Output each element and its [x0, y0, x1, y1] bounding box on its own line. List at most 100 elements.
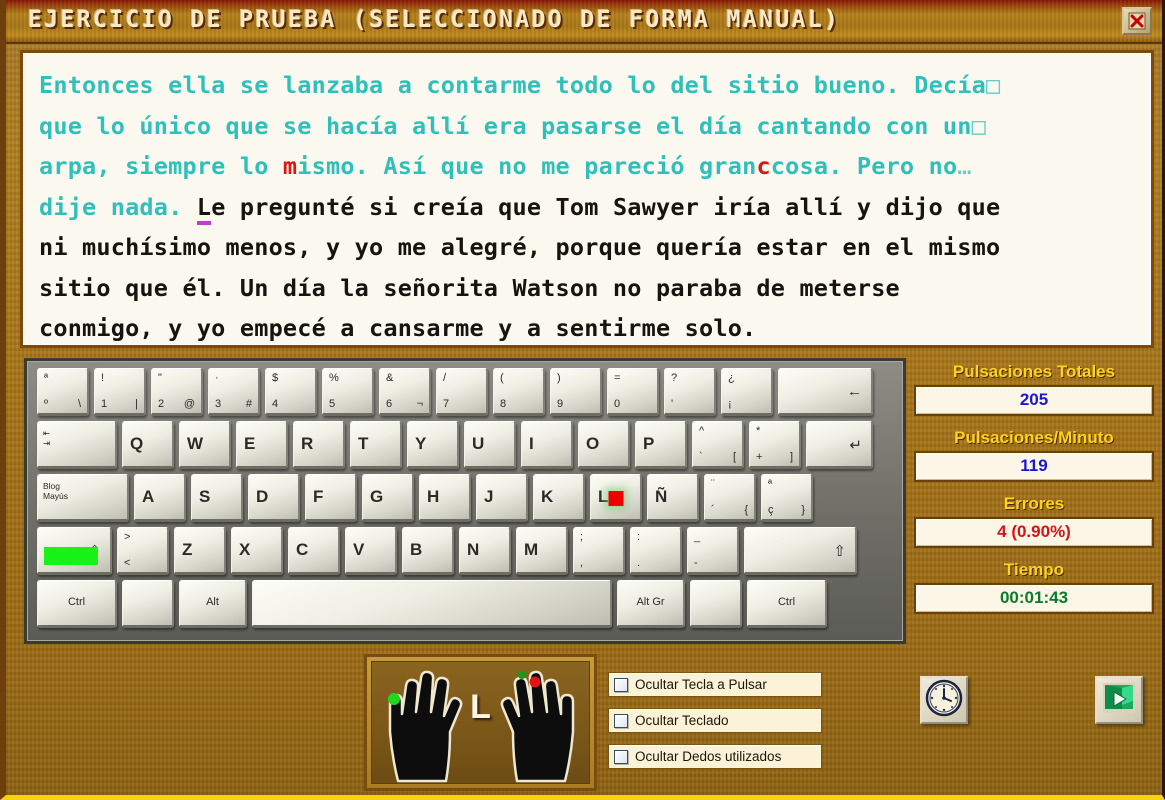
key-0[interactable]: = 0 — [607, 368, 659, 416]
stat-errors: Errores 4 (0.90%) — [914, 494, 1154, 548]
key-k[interactable]: K — [533, 474, 585, 522]
key-3[interactable]: · 3 # — [208, 368, 260, 416]
key-g[interactable]: G — [362, 474, 414, 522]
option-hide-key-to-press[interactable]: Ocultar Tecla a Pulsar — [608, 672, 822, 697]
checkbox-hide-keyboard[interactable] — [614, 713, 628, 728]
key-less-than[interactable]: > < — [117, 527, 169, 575]
key-win-right[interactable] — [690, 580, 742, 628]
key-e[interactable]: E — [236, 421, 288, 469]
key-legend: · — [215, 372, 219, 384]
key-w[interactable]: W — [179, 421, 231, 469]
key-p[interactable]: P — [635, 421, 687, 469]
key-2[interactable]: " 2 @ — [151, 368, 203, 416]
key-apostrophe[interactable]: ? ' — [664, 368, 716, 416]
key-legend: : — [637, 531, 641, 543]
key-legend: ' — [671, 398, 674, 410]
key-legend: N — [467, 540, 480, 559]
statistics-panel: Pulsaciones Totales 205 Pulsaciones/Minuto… — [914, 362, 1154, 626]
key-enye[interactable]: Ñ — [647, 474, 699, 522]
key-h[interactable]: H — [419, 474, 471, 522]
key-j[interactable]: J — [476, 474, 528, 522]
key-1[interactable]: ! 1 | — [94, 368, 146, 416]
key-shift-left[interactable]: ⇧ — [37, 527, 112, 575]
key-r[interactable]: R — [293, 421, 345, 469]
key-caps-lock[interactable]: Blog Mayús — [37, 474, 129, 522]
key-acute-accent[interactable]: ¨ ´ { — [704, 474, 756, 522]
key-i[interactable]: I — [521, 421, 573, 469]
checkbox-hide-key-to-press[interactable] — [614, 677, 628, 692]
clock-button[interactable] — [920, 676, 968, 724]
key-l[interactable]: L — [590, 474, 642, 522]
key-plus[interactable]: * +] — [749, 421, 801, 469]
key-minus[interactable]: _ - — [687, 527, 739, 575]
key-legend: ª — [44, 372, 49, 384]
key-v[interactable]: V — [345, 527, 397, 575]
hands-guide-panel: L — [364, 654, 597, 791]
key-alt-gr[interactable]: Alt Gr — [617, 580, 685, 628]
key-legend: A — [142, 487, 155, 506]
key-4[interactable]: $4 — [265, 368, 317, 416]
key-legend: Alt — [206, 596, 219, 608]
key-n[interactable]: N — [459, 527, 511, 575]
key-period[interactable]: :. — [630, 527, 682, 575]
key-q[interactable]: Q — [122, 421, 174, 469]
key-legend: V — [353, 540, 365, 559]
option-hide-fingers-used[interactable]: Ocultar Dedos utilizados — [608, 744, 822, 769]
close-button[interactable] — [1122, 7, 1152, 35]
key-backspace[interactable]: ← — [778, 368, 873, 416]
checkbox-hide-fingers-used[interactable] — [614, 749, 628, 764]
exit-button[interactable] — [1095, 676, 1143, 724]
key-legend: O — [586, 434, 600, 453]
key-legend: ¿ — [728, 372, 735, 384]
key-legend: ^ — [699, 425, 705, 437]
key-tab[interactable]: ⇤ ⇥ — [37, 421, 117, 469]
key-legend: E — [244, 434, 256, 453]
key-space[interactable] — [252, 580, 612, 628]
text-segment-typed: cosa. Pero no — [770, 152, 958, 180]
key-u[interactable]: U — [464, 421, 516, 469]
text-segment-pending: e pregunté si creía que Tom Sawyer iría … — [211, 192, 1001, 221]
key-ctrl-right[interactable]: Ctrl — [747, 580, 827, 628]
right-middle-marker — [518, 671, 526, 679]
key-m[interactable]: M — [516, 527, 568, 575]
key-9[interactable]: ) 9 — [550, 368, 602, 416]
key-b[interactable]: B — [402, 527, 454, 575]
key-s[interactable]: S — [191, 474, 243, 522]
key-ctrl-left[interactable]: Ctrl — [37, 580, 117, 628]
key-8[interactable]: (8 — [493, 368, 545, 416]
key-x[interactable]: X — [231, 527, 283, 575]
key-o[interactable]: O — [578, 421, 630, 469]
key-7[interactable]: /7 — [436, 368, 488, 416]
key-t[interactable]: T — [350, 421, 402, 469]
window-title: EJERCICIO DE PRUEBA (SELECCIONADO DE FOR… — [28, 7, 841, 33]
key-enter[interactable]: ↵ — [806, 421, 873, 469]
key-inverted-question[interactable]: ¿ ¡ — [721, 368, 773, 416]
key-a[interactable]: A — [134, 474, 186, 522]
virtual-keyboard[interactable]: ª º \! 1 | " 2 @ · 3 # $4% 5 & 6 ¬/7(8) 9 = 0? ' ¿ ¡ ← ⇤ ⇥ Q W E R T… — [24, 358, 906, 644]
option-hide-keyboard[interactable]: Ocultar Teclado — [608, 708, 822, 733]
key-6[interactable]: & 6 ¬ — [379, 368, 431, 416]
key-legend: ; — [580, 531, 584, 543]
key-legend: ⇧ — [833, 543, 846, 560]
key-legend: W — [187, 434, 204, 453]
key-win-left[interactable] — [122, 580, 174, 628]
key-y[interactable]: Y — [407, 421, 459, 469]
key-masculine-ordinal[interactable]: ª º \ — [37, 368, 89, 416]
key-legend: ´ — [711, 504, 715, 516]
key-c-cedilla[interactable]: ª ç} — [761, 474, 813, 522]
key-grave-accent[interactable]: ^ ` [ — [692, 421, 744, 469]
text-segment-pending: ni muchísimo menos, y yo me alegré, porq… — [39, 233, 1001, 261]
key-comma[interactable]: ;, — [573, 527, 625, 575]
key-5[interactable]: % 5 — [322, 368, 374, 416]
modifier-key-marker — [44, 546, 98, 565]
text-segment-typed: ismo. Así que no me pareció gran — [297, 152, 757, 180]
key-c[interactable]: C — [288, 527, 340, 575]
key-alt-left[interactable]: Alt — [179, 580, 247, 628]
key-legend: + — [756, 451, 763, 463]
key-f[interactable]: F — [305, 474, 357, 522]
key-z[interactable]: Z — [174, 527, 226, 575]
key-legend: - — [694, 557, 698, 569]
key-legend: $ — [272, 372, 279, 384]
key-d[interactable]: D — [248, 474, 300, 522]
key-shift-right[interactable]: ⇧ — [744, 527, 857, 575]
